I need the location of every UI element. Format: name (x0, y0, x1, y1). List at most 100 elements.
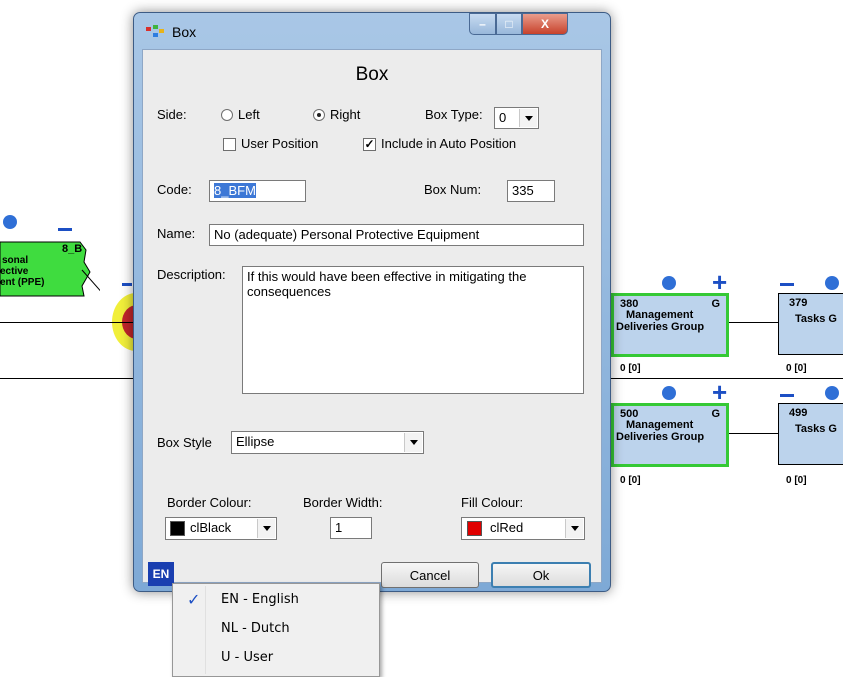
connector-line (0, 322, 140, 323)
minimize-icon: – (479, 17, 486, 31)
box-count: 0 [0] (786, 475, 807, 486)
side-left-label[interactable]: Left (238, 107, 260, 122)
description-value: If this would have been effective in mit… (247, 269, 527, 299)
box-title: Tasks G (795, 423, 837, 435)
include-auto-label[interactable]: Include in Auto Position (381, 136, 516, 151)
include-auto-checkbox[interactable]: ✓ (363, 138, 376, 151)
cancel-button[interactable]: Cancel (381, 562, 479, 588)
left-node-line-3: ent (PPE) (0, 277, 45, 288)
box-subtitle: Deliveries Group (616, 431, 705, 443)
node-circle-icon[interactable] (662, 386, 676, 400)
side-label: Side: (157, 107, 187, 122)
node-circle-icon[interactable] (662, 276, 676, 290)
menu-item-dutch[interactable]: NL - Dutch (175, 617, 377, 643)
box-title: Management (626, 419, 694, 431)
description-label: Description: (157, 267, 226, 282)
maximize-icon: □ (505, 17, 513, 31)
maximize-button[interactable]: □ (496, 13, 522, 35)
chevron-down-icon[interactable] (404, 433, 422, 452)
dialog-client: Box Side: Left Right Box Type: 0 User Po… (142, 49, 602, 588)
chevron-down-icon[interactable] (257, 519, 275, 538)
close-icon: X (540, 17, 549, 31)
group-box-500[interactable]: 500 G Management Deliveries Group (611, 403, 729, 467)
box-title: Tasks G (795, 313, 837, 325)
box-dialog: Box – □ X Box Side: Left Right Box Type:… (133, 12, 611, 592)
code-input[interactable]: 8_BFM (209, 180, 306, 202)
box-type-label: Box Type: (425, 107, 483, 122)
menu-item-label: U - User (221, 650, 274, 665)
name-value: No (adequate) Personal Protective Equipm… (214, 227, 480, 242)
code-label: Code: (157, 182, 192, 197)
border-width-input[interactable]: 1 (330, 517, 372, 539)
fill-colour-value: clRed (490, 520, 524, 535)
chevron-down-icon[interactable] (519, 109, 537, 127)
box-number: 499 (789, 407, 808, 419)
language-button-label: EN (152, 567, 170, 581)
left-node-code: 8_B (62, 243, 83, 255)
collapse-minus-icon-2[interactable] (122, 283, 132, 286)
menu-item-label: NL - Dutch (221, 621, 290, 636)
box-number: 379 (789, 297, 808, 309)
app-icon (146, 25, 164, 37)
language-button[interactable]: EN (148, 562, 174, 586)
collapse-minus-icon[interactable] (58, 228, 72, 231)
border-colour-value: clBlack (190, 520, 232, 535)
box-499[interactable]: 499 Tasks G (778, 403, 843, 465)
menu-item-english[interactable]: ✓ EN - English (175, 588, 377, 614)
side-right-label[interactable]: Right (330, 107, 360, 122)
left-node-line-1: sonal (2, 255, 29, 266)
name-label: Name: (157, 226, 196, 241)
border-colour-label: Border Colour: (167, 495, 252, 510)
box-flag: G (711, 408, 720, 420)
user-position-label[interactable]: User Position (241, 136, 318, 151)
box-style-value: Ellipse (236, 434, 275, 449)
ok-button[interactable]: Ok (491, 562, 591, 588)
menu-item-user[interactable]: U - User (175, 646, 377, 672)
fill-colour-swatch (467, 521, 482, 536)
box-type-value: 0 (499, 110, 507, 125)
box-379[interactable]: 379 Tasks G (778, 293, 843, 355)
box-style-label: Box Style (157, 435, 212, 450)
border-colour-select[interactable]: clBlack (165, 517, 277, 540)
name-input[interactable]: No (adequate) Personal Protective Equipm… (209, 224, 584, 246)
box-type-select[interactable]: 0 (494, 107, 539, 129)
form-heading: Box (355, 64, 389, 85)
check-icon: ✓ (187, 592, 201, 609)
chevron-down-icon[interactable] (565, 519, 583, 538)
node-circle-icon[interactable] (825, 386, 839, 400)
user-position-checkbox[interactable] (223, 138, 236, 151)
connector-line (0, 378, 140, 379)
box-style-select[interactable]: Ellipse (231, 431, 424, 454)
box-count: 0 [0] (620, 363, 641, 374)
group-box-380[interactable]: 380 G Management Deliveries Group (611, 293, 729, 357)
fill-colour-select[interactable]: clRed (461, 517, 585, 540)
window-title: Box (172, 24, 197, 40)
connector-line (728, 433, 778, 434)
menu-item-label: EN - English (221, 592, 299, 607)
side-left-radio[interactable] (221, 109, 233, 121)
node-circle-icon[interactable] (3, 215, 17, 229)
box-num-input[interactable]: 335 (507, 180, 555, 202)
node-circle-icon[interactable] (825, 276, 839, 290)
border-colour-swatch (170, 521, 185, 536)
ok-label: Ok (532, 567, 550, 583)
box-title: Management (626, 309, 694, 321)
box-count: 0 [0] (786, 363, 807, 374)
connector-line (728, 322, 778, 323)
title-bar[interactable]: Box – □ X (134, 13, 610, 53)
language-menu: ✓ EN - English NL - Dutch U - User (172, 583, 380, 677)
box-subtitle: Deliveries Group (616, 321, 705, 333)
code-value: 8_BFM (214, 183, 256, 198)
side-right-radio[interactable] (313, 109, 325, 121)
expand-plus-icon[interactable]: + (712, 379, 727, 405)
cancel-label: Cancel (409, 567, 451, 583)
collapse-minus-icon[interactable] (780, 394, 794, 397)
collapse-minus-icon[interactable] (780, 283, 794, 286)
border-width-label: Border Width: (303, 495, 383, 510)
close-button[interactable]: X (522, 13, 568, 35)
box-flag: G (711, 298, 720, 310)
expand-plus-icon[interactable]: + (712, 269, 727, 295)
description-textarea[interactable]: If this would have been effective in mit… (242, 266, 584, 394)
box-count: 0 [0] (620, 475, 641, 486)
minimize-button[interactable]: – (469, 13, 496, 35)
